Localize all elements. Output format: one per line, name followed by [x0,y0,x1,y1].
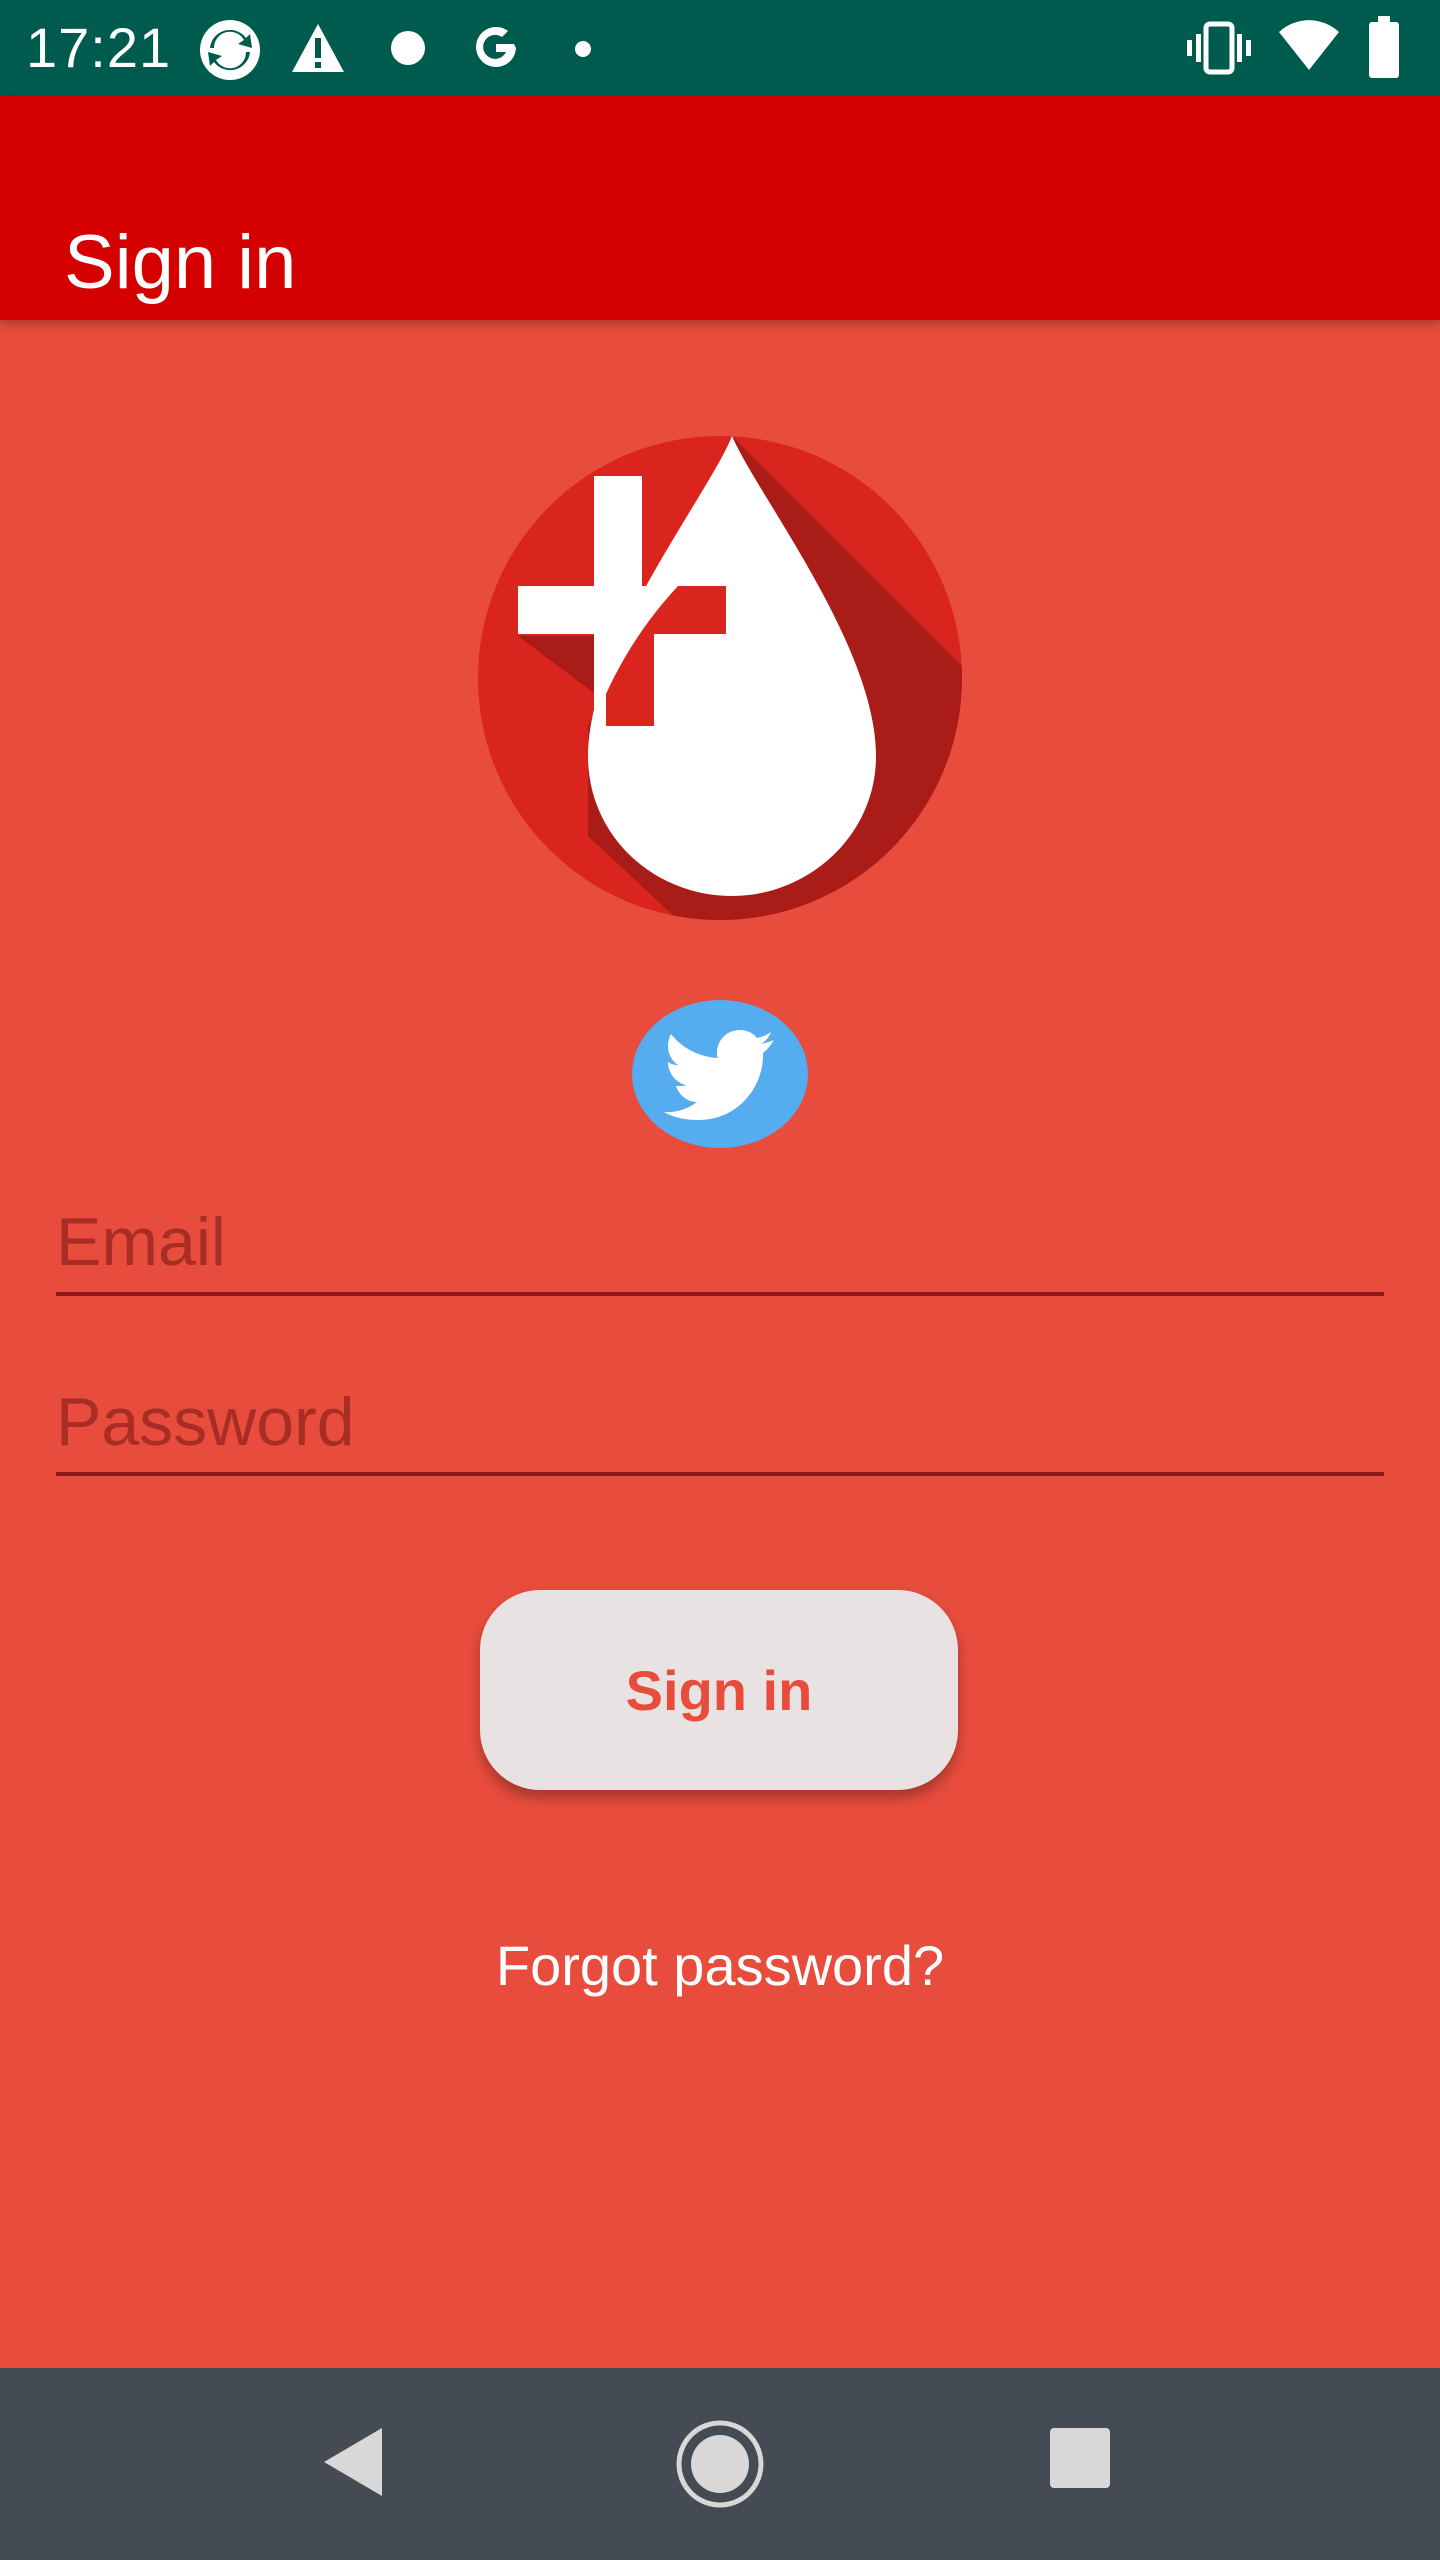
warning-icon [290,22,346,79]
twitter-bird-icon [664,1030,774,1120]
small-dot-icon [574,40,592,63]
status-bar: 17:21 [0,0,1440,96]
home-icon[interactable] [674,2418,766,2515]
sign-in-button[interactable]: Sign in [480,1590,958,1790]
status-time: 17:21 [26,16,172,79]
app-bar: Sign in [0,96,1440,320]
email-field-container [56,1192,1384,1296]
password-field-container [56,1372,1384,1476]
back-icon[interactable] [318,2424,388,2505]
navigation-bar [0,2368,1440,2560]
recents-icon[interactable] [1048,2426,1112,2495]
sync-app-icon [198,18,262,87]
email-field[interactable] [56,1192,1384,1292]
google-icon [468,20,524,81]
dot-icon [390,30,426,71]
blood-drop-medical-cross-logo [478,436,962,920]
password-field[interactable] [56,1372,1384,1472]
vibrate-icon [1186,20,1252,81]
page-title: Sign in [64,219,297,305]
wifi-icon [1278,20,1340,77]
twitter-login-button[interactable] [632,1000,808,1148]
battery-icon [1368,16,1400,83]
forgot-password-link[interactable]: Forgot password? [0,1932,1440,2000]
sign-in-content: Sign in Forgot password? [0,320,1440,2368]
